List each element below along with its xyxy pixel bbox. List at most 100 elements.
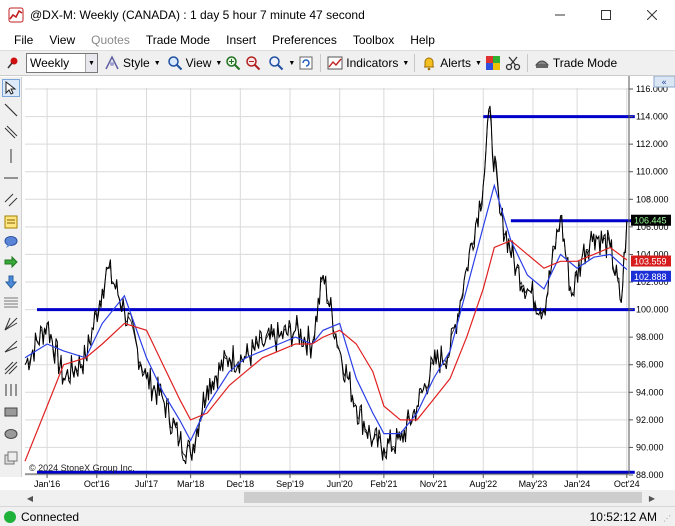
x-tick-label: Jan'24 <box>564 479 590 489</box>
menu-view[interactable]: View <box>41 33 83 47</box>
chart-canvas[interactable]: 116.000114.000112.000110.000108.000106.0… <box>23 75 675 490</box>
double-chevron-left-icon: « <box>661 78 667 88</box>
x-tick-label: Jan'16 <box>34 479 60 489</box>
alerts-menu-button[interactable]: Alerts ▼ <box>421 52 482 74</box>
pointer-icon <box>5 81 17 95</box>
color-palette-icon <box>485 56 500 70</box>
zoom-menu-button[interactable]: ▼ <box>268 52 295 74</box>
scrollbar-thumb[interactable] <box>244 492 642 503</box>
caret-down-icon: ▼ <box>474 59 482 67</box>
scissors-icon <box>505 56 521 71</box>
callout-tool[interactable] <box>2 233 20 251</box>
rectangle-tool[interactable] <box>2 403 20 421</box>
y-tick-label: 110.000 <box>636 167 668 177</box>
period-value: Weekly <box>30 56 70 70</box>
zoom-menu-icon <box>269 56 284 71</box>
caret-down-icon: ▼ <box>288 59 296 67</box>
menu-quotes[interactable]: Quotes <box>83 33 138 47</box>
arrow-down-tool[interactable] <box>2 273 20 291</box>
template-tool[interactable] <box>2 449 20 467</box>
view-label: View <box>185 56 212 70</box>
ellipse-tool[interactable] <box>2 425 20 443</box>
horizontal-line-tool[interactable] <box>2 169 20 187</box>
pointer-tool[interactable] <box>2 79 20 97</box>
price-bar-range <box>24 108 628 459</box>
color-palette-button[interactable] <box>484 54 502 72</box>
cycle-lines-icon <box>5 384 17 396</box>
chevron-down-icon[interactable]: ▼ <box>85 54 97 72</box>
speed-lines-tool[interactable] <box>2 337 20 355</box>
refresh-button[interactable] <box>297 54 315 72</box>
trade-mode-icon <box>534 60 549 68</box>
chevron-left-icon: ◀ <box>26 493 34 503</box>
indicators-menu-button[interactable]: Indicators ▼ <box>327 52 409 74</box>
x-tick-label: Sep'19 <box>276 479 304 489</box>
x-tick-label: Dec'18 <box>226 479 254 489</box>
menu-insert[interactable]: Insert <box>218 33 264 47</box>
parallel-lines-tool[interactable] <box>2 123 20 141</box>
collapse-panel-button[interactable]: « <box>653 75 675 88</box>
resize-grip-icon[interactable]: ⋰ <box>663 514 673 524</box>
note-tool[interactable] <box>2 213 20 231</box>
y-tick-label: 114.000 <box>636 112 668 122</box>
price-labels: 106.445 103.559 102.888 <box>631 214 671 282</box>
gann-fan-tool[interactable] <box>2 315 20 333</box>
chart-grid <box>25 88 629 476</box>
x-tick-label: Jul'17 <box>135 479 158 489</box>
slow-moving-average-line <box>24 239 628 462</box>
scissors-button[interactable] <box>504 54 522 72</box>
line-tool[interactable] <box>2 101 20 119</box>
zoom-in-button[interactable] <box>224 54 242 72</box>
fibonacci-tool[interactable] <box>2 293 20 311</box>
y-tick-label: 108.000 <box>636 194 669 204</box>
menu-trade-mode[interactable]: Trade Mode <box>138 33 218 47</box>
arrow-right-tool[interactable] <box>2 253 20 271</box>
vertical-line-tool[interactable] <box>2 147 20 165</box>
y-tick-label: 90.000 <box>636 442 664 452</box>
fibonacci-icon <box>4 297 18 308</box>
chart-scrollbar[interactable]: ◀ ▶ <box>0 490 675 506</box>
style-menu-button[interactable]: Style ▼ <box>104 52 161 74</box>
price-chart[interactable]: 116.000 114.000 112.000 110.000 108.000 106.0… <box>23 75 675 490</box>
pin-button[interactable] <box>4 54 22 72</box>
note-icon <box>4 215 18 229</box>
pin-icon <box>7 57 18 69</box>
indicators-label: Indicators <box>346 56 399 70</box>
period-select[interactable]: Weekly ▼ <box>26 53 98 73</box>
price-label-fast-ma: 102.888 <box>634 272 667 282</box>
caret-down-icon: ▼ <box>402 59 410 67</box>
maximize-button[interactable] <box>583 0 629 30</box>
trade-mode-button[interactable]: Trade Mode <box>534 52 617 74</box>
rectangle-icon <box>4 407 18 417</box>
line-icon <box>4 103 18 117</box>
menu-file[interactable]: File <box>6 33 41 47</box>
price-label-last: 106.445 <box>634 216 667 226</box>
andrews-pitchfork-tool[interactable] <box>2 359 20 377</box>
app-logo-icon <box>8 7 24 23</box>
menu-bar: File View Quotes Trade Mode Insert Prefe… <box>0 30 675 50</box>
refresh-icon <box>299 56 313 70</box>
style-label: Style <box>123 56 150 70</box>
drawing-tools-panel <box>0 77 22 477</box>
alerts-label: Alerts <box>440 56 471 70</box>
horizontal-lines[interactable] <box>37 115 635 474</box>
menu-preferences[interactable]: Preferences <box>264 33 345 47</box>
horizontal-line-icon <box>4 177 18 179</box>
zoom-out-button[interactable] <box>244 54 262 72</box>
menu-help[interactable]: Help <box>402 33 443 47</box>
callout-icon <box>4 236 18 248</box>
view-menu-button[interactable]: View ▼ <box>167 52 222 74</box>
arrow-down-icon <box>4 275 18 289</box>
y-tick-label: 92.000 <box>636 415 664 425</box>
channel-tool[interactable] <box>2 191 20 209</box>
close-button[interactable] <box>629 0 675 30</box>
minimize-button[interactable] <box>537 0 583 30</box>
cycle-lines-tool[interactable] <box>2 381 20 399</box>
connected-status-icon <box>4 510 16 523</box>
menu-toolbox[interactable]: Toolbox <box>345 33 402 47</box>
status-bar: Connected 10:52:12 AM ⋰ <box>0 506 675 526</box>
scroll-right-button[interactable]: ▶ <box>644 492 660 504</box>
scroll-left-button[interactable]: ◀ <box>22 492 38 504</box>
gann-fan-icon <box>4 317 18 331</box>
status-time: 10:52:12 AM <box>589 509 657 524</box>
